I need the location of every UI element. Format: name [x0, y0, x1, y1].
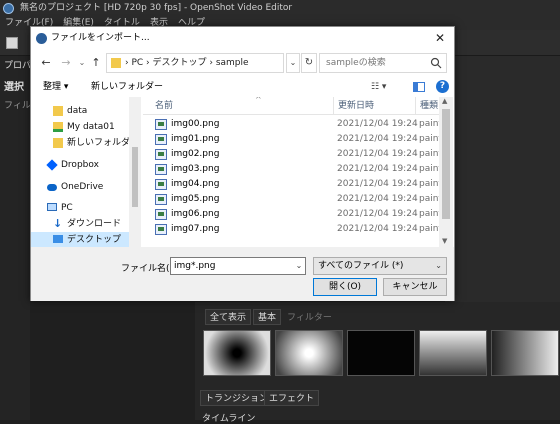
project-files-panel — [445, 56, 560, 306]
navigation-pane: data My data01 新しいフォルダー Dropbox OneDrive… — [31, 97, 141, 247]
download-icon: ↓ — [53, 217, 63, 230]
chevron-down-icon: ⌄ — [435, 261, 442, 270]
file-row[interactable]: img04.png 2021/12/04 19:24 paint.n — [143, 177, 451, 192]
column-name[interactable]: 名前 — [155, 97, 173, 115]
address-bar[interactable]: › PC › デスクトップ › sample — [106, 53, 284, 73]
recent-locations-icon[interactable]: ⌄ — [75, 56, 89, 70]
nav-item-pc[interactable]: PC — [31, 200, 131, 216]
file-row[interactable]: img07.png 2021/12/04 19:24 paint.n — [143, 222, 451, 237]
close-icon[interactable]: ✕ — [432, 30, 448, 46]
image-file-icon — [155, 149, 167, 160]
view-options-icon[interactable]: ☷ ▾ — [371, 77, 386, 97]
up-arrow-icon[interactable]: ↑ — [89, 56, 103, 70]
app-title-bar: 無名のプロジェクト [HD 720p 30 fps] - OpenShot Vi… — [0, 0, 560, 16]
column-type[interactable]: 種類 — [415, 97, 438, 115]
file-row[interactable]: img00.png 2021/12/04 19:24 paint.n — [143, 117, 451, 132]
tab-transitions[interactable]: トランジション — [200, 390, 274, 406]
refresh-icon[interactable]: ↻ — [301, 53, 317, 73]
dialog-title: ファイルをインポート... — [51, 33, 150, 43]
folder-icon — [111, 58, 121, 68]
navigation-bar: ← → ⌄ ↑ › PC › デスクトップ › sample ⌄ ↻ sampl… — [31, 49, 454, 77]
left-dock: プロパテ 選択 フィル — [0, 56, 40, 420]
image-file-icon — [155, 224, 167, 235]
file-row[interactable]: img02.png 2021/12/04 19:24 paint.n — [143, 147, 451, 162]
file-row[interactable]: img05.png 2021/12/04 19:24 paint.n — [143, 192, 451, 207]
filter-label: フィル — [4, 101, 31, 111]
file-list: 名前 ^ 更新日時 種類 img00.png 2021/12/04 19:24 pa… — [143, 97, 453, 247]
dialog-title-bar: ファイルをインポート... — [31, 27, 454, 49]
scroll-down-icon[interactable]: ▼ — [442, 237, 447, 245]
app-title: 無名のプロジェクト [HD 720p 30 fps] - OpenShot Vi… — [20, 3, 293, 13]
scrollbar-thumb[interactable] — [132, 147, 138, 207]
desktop-icon — [53, 235, 63, 243]
nav-item-desktop[interactable]: デスクトップ — [31, 232, 131, 247]
chevron-down-icon[interactable]: ⌄ — [286, 53, 300, 73]
file-list-scrollbar[interactable]: ▲ ▼ — [439, 97, 453, 247]
timeline-label: タイムライン — [202, 414, 256, 424]
new-project-icon[interactable] — [6, 37, 18, 49]
nav-item-data[interactable]: data — [31, 103, 131, 119]
sort-ascending-icon: ^ — [255, 97, 262, 104]
transition-thumb[interactable] — [203, 330, 271, 376]
transition-thumb[interactable] — [419, 330, 487, 376]
image-file-icon — [155, 164, 167, 175]
transition-thumb[interactable] — [491, 330, 559, 376]
search-icon — [430, 57, 442, 69]
search-input[interactable]: sampleの検索 — [319, 53, 447, 73]
scrollbar-thumb[interactable] — [442, 109, 450, 219]
image-file-icon — [155, 209, 167, 220]
image-file-icon — [155, 134, 167, 145]
openshot-logo-icon — [36, 33, 47, 44]
nav-item-onedrive[interactable]: OneDrive — [31, 179, 131, 195]
dialog-footer: ファイル名(N): img*.png ⌄ すべてのファイル (*) ⌄ 開く(O… — [31, 247, 454, 301]
tab-filter[interactable]: フィルター — [282, 309, 337, 325]
cancel-button[interactable]: キャンセル — [383, 278, 447, 296]
dropbox-icon — [46, 159, 58, 171]
openshot-logo-icon — [3, 3, 14, 14]
file-row[interactable]: img06.png 2021/12/04 19:24 paint.n — [143, 207, 451, 222]
folder-icon — [53, 106, 63, 116]
command-bar: 整理 ▾ 新しいフォルダー ☷ ▾ ? — [31, 77, 454, 97]
file-row[interactable]: img01.png 2021/12/04 19:24 paint.n — [143, 132, 451, 147]
back-arrow-icon[interactable]: ← — [39, 56, 53, 70]
nav-item-downloads[interactable]: ↓ ダウンロード — [31, 216, 131, 232]
tab-basic[interactable]: 基本 — [253, 309, 282, 325]
forward-arrow-icon[interactable]: → — [59, 56, 73, 70]
search-placeholder: sampleの検索 — [326, 58, 386, 68]
filetype-select[interactable]: すべてのファイル (*) ⌄ — [313, 257, 447, 275]
column-date[interactable]: 更新日時 — [333, 97, 374, 115]
file-list-header: 名前 ^ 更新日時 種類 — [143, 97, 453, 115]
nav-item-new-folder[interactable]: 新しいフォルダー — [31, 135, 139, 151]
help-icon[interactable]: ? — [436, 80, 449, 93]
open-button[interactable]: 開く(O) — [313, 278, 377, 296]
organize-button[interactable]: 整理 ▾ — [43, 77, 68, 97]
image-file-icon — [155, 194, 167, 205]
transition-thumb[interactable] — [275, 330, 343, 376]
image-file-icon — [155, 119, 167, 130]
filetype-value: すべてのファイル (*) — [318, 261, 404, 271]
breadcrumb: › PC › デスクトップ › sample — [125, 58, 249, 68]
tab-effects[interactable]: エフェクト — [264, 390, 320, 406]
tab-show-all[interactable]: 全て表示 — [205, 309, 252, 325]
filename-input[interactable]: img*.png — [170, 257, 306, 275]
image-file-icon — [155, 179, 167, 190]
chevron-down-icon[interactable]: ⌄ — [293, 258, 305, 274]
new-folder-button[interactable]: 新しいフォルダー — [91, 77, 163, 97]
folder-user-icon — [53, 122, 63, 132]
cloud-icon — [47, 184, 57, 191]
transition-thumb[interactable] — [347, 330, 415, 376]
preview-pane-icon[interactable] — [413, 82, 425, 92]
file-row[interactable]: img03.png 2021/12/04 19:24 paint.n — [143, 162, 451, 177]
nav-item-dropbox[interactable]: Dropbox — [31, 157, 131, 173]
import-dialog: ファイルをインポート... ✕ ← → ⌄ ↑ › PC › デスクトップ › … — [30, 26, 455, 301]
navigation-scrollbar[interactable] — [129, 97, 141, 247]
nav-item-my-data01[interactable]: My data01 — [31, 119, 131, 135]
folder-icon — [53, 138, 63, 148]
pc-icon — [47, 203, 57, 211]
selection-label: 選択 — [4, 82, 24, 93]
scroll-up-icon[interactable]: ▲ — [442, 97, 447, 105]
